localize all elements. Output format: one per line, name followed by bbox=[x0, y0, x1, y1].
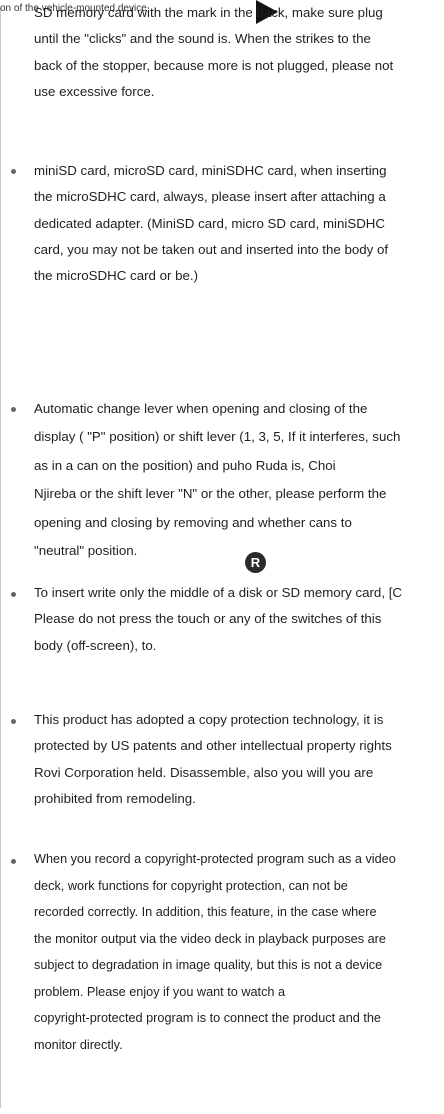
list-item-copyright-recording: When you record a copyright-protected pr… bbox=[34, 846, 438, 1058]
item-line: subject to degradation in image quality,… bbox=[34, 958, 383, 972]
bullet-icon bbox=[11, 719, 16, 724]
item-line: back of the stopper, because more is not… bbox=[34, 57, 394, 73]
item-line: recorded correctly. In addition, this fe… bbox=[34, 905, 377, 919]
item-line: copyright-protected program is to connec… bbox=[34, 1011, 381, 1025]
item-line: problem. Please enjoy if you want to wat… bbox=[34, 984, 286, 999]
bullet-icon bbox=[11, 859, 16, 864]
item-line: body (off-screen), to. bbox=[34, 637, 157, 653]
item-line: SD memory card with the mark in the back… bbox=[34, 5, 383, 20]
r-badge-icon: R bbox=[245, 552, 266, 573]
item-line: Rovi Corporation held. Disassemble, also… bbox=[34, 764, 374, 780]
item-line: the microSDHC card, always, please inser… bbox=[34, 189, 386, 205]
item-line: until the "clicks" and the sound is. Whe… bbox=[34, 31, 371, 47]
item-line: protected by US patents and other intell… bbox=[34, 738, 392, 754]
item-line: Please do not press the touch or any of … bbox=[34, 611, 382, 627]
item-line: dedicated adapter. (MiniSD card, micro S… bbox=[34, 215, 386, 231]
list-item-insert-write: To insert write only the middle of a dis… bbox=[34, 580, 444, 659]
item-line: To insert write only the middle of a dis… bbox=[34, 585, 403, 600]
item-line: miniSD card, microSD card, miniSDHC card… bbox=[34, 163, 387, 178]
item-line: opening and closing by removing and whet… bbox=[34, 514, 352, 530]
item-line: use excessive force. bbox=[34, 83, 155, 99]
left-border-rule bbox=[0, 8, 1, 1108]
list-item-sd-card: SD memory card with the mark in the back… bbox=[34, 0, 438, 105]
bullet-icon bbox=[11, 169, 16, 174]
item-line: Automatic change lever when opening and … bbox=[34, 401, 368, 416]
item-line: "neutral" position. bbox=[34, 543, 138, 559]
item-line: monitor directly. bbox=[34, 1037, 123, 1052]
item-line: deck, work functions for copyright prote… bbox=[34, 878, 348, 893]
item-line: When you record a copyright-protected pr… bbox=[34, 852, 396, 866]
bullet-icon bbox=[11, 592, 16, 597]
item-line: card, you may not be taken out and inser… bbox=[34, 241, 389, 257]
list-item-copy-protection: This product has adopted a copy protecti… bbox=[34, 707, 438, 812]
bullet-icon bbox=[11, 407, 16, 412]
list-item-mini-micro-sd: miniSD card, microSD card, miniSDHC card… bbox=[34, 158, 438, 289]
item-line: as in a can on the position) and puho Ru… bbox=[34, 457, 336, 473]
item-line: prohibited from remodeling. bbox=[34, 790, 196, 806]
list-item-shift-lever: Automatic change lever when opening and … bbox=[34, 395, 438, 565]
item-line: the microSDHC card or be.) bbox=[34, 268, 199, 284]
item-line: display ( "P" position) or shift lever (… bbox=[34, 429, 401, 445]
item-line: the monitor output via the video deck in… bbox=[34, 931, 386, 946]
item-line: Njireba or the shift lever "N" or the ot… bbox=[34, 486, 387, 502]
item-line: This product has adopted a copy protecti… bbox=[34, 712, 384, 727]
